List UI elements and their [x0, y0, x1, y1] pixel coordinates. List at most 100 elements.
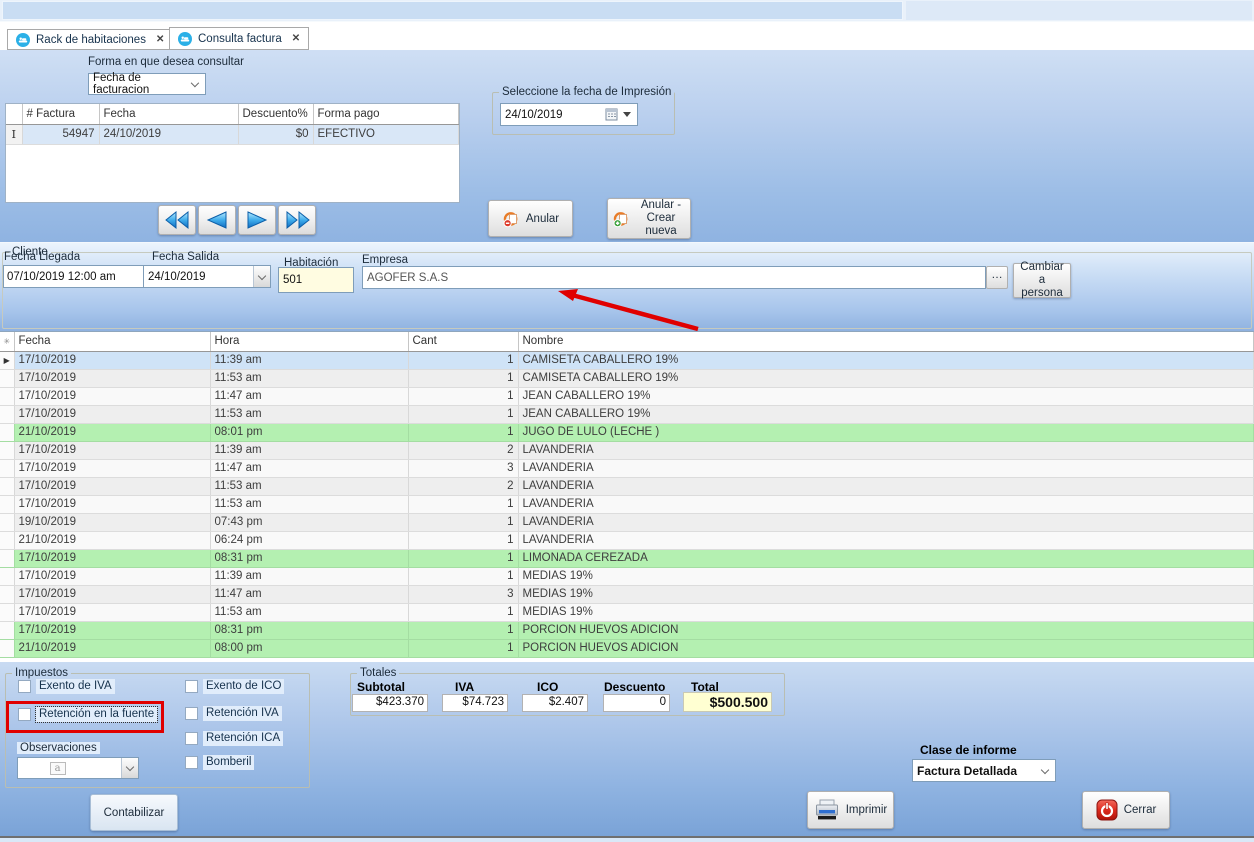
table-row[interactable]: 21/10/201906:24 pm1LAVANDERIA	[0, 531, 1254, 549]
checkbox-box[interactable]	[18, 680, 31, 693]
checkbox-box[interactable]	[185, 707, 198, 720]
next-icon	[245, 210, 269, 230]
row-selector	[0, 549, 14, 567]
print-date-picker[interactable]: 24/10/2019	[500, 103, 638, 126]
checkbox-box[interactable]	[185, 680, 198, 693]
cell-hora: 11:53 am	[210, 369, 408, 387]
close-icon[interactable]: ✕	[156, 34, 164, 45]
descuento-value[interactable]: 0	[603, 694, 670, 712]
observaciones-select[interactable]: a	[17, 757, 139, 779]
table-row[interactable]: ▶17/10/201911:39 am1CAMISETA CABALLERO 1…	[0, 351, 1254, 369]
cell-cant: 2	[408, 477, 518, 495]
checkbox-exento-de-ico[interactable]: Exento de ICO	[185, 679, 284, 694]
table-row[interactable]: 17/10/201911:53 am1CAMISETA CABALLERO 19…	[0, 369, 1254, 387]
checkbox-box[interactable]	[185, 732, 198, 745]
cell-hora: 11:39 am	[210, 441, 408, 459]
cell-hora: 11:47 am	[210, 585, 408, 603]
fecha-salida-picker[interactable]: 24/10/2019	[143, 265, 271, 288]
close-icon[interactable]: ✕	[292, 33, 300, 44]
table-row[interactable]: 17/10/201911:47 am3LAVANDERIA	[0, 459, 1254, 477]
iva-value[interactable]: $74.723	[442, 694, 508, 712]
query-mode-select[interactable]: Fecha de facturacion	[88, 73, 206, 95]
column-header-nombre[interactable]: Nombre	[518, 332, 1254, 351]
checkbox-bomberil[interactable]: Bomberil	[185, 755, 254, 770]
column-header-forma-pago[interactable]: Forma pago	[313, 104, 459, 124]
autotext-icon: a	[50, 762, 66, 775]
cell-fecha: 17/10/2019	[14, 441, 210, 459]
cell-hora: 11:39 am	[210, 351, 408, 369]
cell-fecha: 17/10/2019	[14, 369, 210, 387]
row-selector	[0, 513, 14, 531]
query-mode-label: Forma en que desea consultar	[88, 56, 244, 68]
cell-cant: 1	[408, 603, 518, 621]
column-header-factura[interactable]: # Factura	[22, 104, 99, 124]
hotel-icon	[178, 32, 192, 46]
table-row[interactable]: 17/10/201911:47 am3MEDIAS 19%	[0, 585, 1254, 603]
row-selector	[0, 603, 14, 621]
column-header-hora[interactable]: Hora	[210, 332, 408, 351]
table-row[interactable]: 21/10/201908:00 pm1PORCION HUEVOS ADICIO…	[0, 639, 1254, 657]
clase-de-informe-select[interactable]: Factura Detallada	[912, 759, 1056, 782]
ico-value[interactable]: $2.407	[522, 694, 588, 712]
imprimir-button[interactable]: Imprimir	[807, 791, 894, 829]
cell-fecha: 24/10/2019	[99, 124, 238, 144]
dropdown-button[interactable]	[253, 266, 270, 287]
column-header-cant[interactable]: Cant	[408, 332, 518, 351]
cell-fecha: 19/10/2019	[14, 513, 210, 531]
cell-cant: 1	[408, 405, 518, 423]
table-row[interactable]: 17/10/201911:53 am2LAVANDERIA	[0, 477, 1254, 495]
contabilizar-button[interactable]: Contabilizar	[90, 794, 178, 831]
cell-fecha: 17/10/2019	[14, 549, 210, 567]
row-selector	[0, 387, 14, 405]
habitacion-input[interactable]: 501	[278, 267, 354, 293]
cell-nombre: JEAN CABALLERO 19%	[518, 405, 1254, 423]
table-row[interactable]: 17/10/201911:39 am2LAVANDERIA	[0, 441, 1254, 459]
calendar-icon	[605, 108, 618, 121]
last-record-button[interactable]	[278, 205, 316, 235]
row-selector	[0, 423, 14, 441]
cell-nombre: MEDIAS 19%	[518, 585, 1254, 603]
ico-label: ICO	[537, 680, 558, 694]
subtotal-value[interactable]: $423.370	[352, 694, 428, 712]
checkbox-exento-de-iva[interactable]: Exento de IVA	[18, 679, 115, 694]
fecha-llegada-label: Fecha Llegada	[4, 251, 80, 263]
checkbox-retencion-ica[interactable]: Retención ICA	[185, 731, 283, 746]
column-header-descuento[interactable]: Descuento%	[238, 104, 313, 124]
checkbox-box[interactable]	[185, 756, 198, 769]
dropdown-button[interactable]	[121, 758, 138, 778]
tab-consulta-factura[interactable]: Consulta factura ✕	[169, 27, 309, 50]
table-row[interactable]: 17/10/201911:53 am1MEDIAS 19%	[0, 603, 1254, 621]
table-row[interactable]: I5494724/10/2019$0EFECTIVO	[6, 124, 459, 144]
table-row[interactable]: 17/10/201908:31 pm1LIMONADA CEREZADA	[0, 549, 1254, 567]
anular-button[interactable]: Anular	[488, 200, 573, 237]
cambiar-a-persona-button[interactable]: Cambiar a persona	[1013, 263, 1071, 298]
cerrar-button[interactable]: Cerrar	[1082, 791, 1170, 829]
cell-cant: 1	[408, 531, 518, 549]
table-row[interactable]: 17/10/201911:39 am1MEDIAS 19%	[0, 567, 1254, 585]
first-record-button[interactable]	[158, 205, 196, 235]
column-header-fecha[interactable]: Fecha	[14, 332, 210, 351]
empresa-browse-button[interactable]: …	[986, 266, 1008, 289]
table-row[interactable]: 17/10/201908:31 pm1PORCION HUEVOS ADICIO…	[0, 621, 1254, 639]
cell-fecha: 21/10/2019	[14, 531, 210, 549]
checkbox-retencion-iva[interactable]: Retención IVA	[185, 706, 282, 721]
tab-rack-de-habitaciones[interactable]: Rack de habitaciones ✕	[7, 29, 173, 50]
anular-crear-nueva-button[interactable]: Anular - Crear nueva	[607, 198, 691, 239]
tab-label: Rack de habitaciones	[36, 34, 146, 46]
table-row[interactable]: 17/10/201911:53 am1LAVANDERIA	[0, 495, 1254, 513]
table-row[interactable]: 17/10/201911:53 am1JEAN CABALLERO 19%	[0, 405, 1254, 423]
top-toolbar	[0, 0, 1254, 22]
first-icon	[164, 210, 191, 230]
table-row[interactable]: 19/10/201907:43 pm1LAVANDERIA	[0, 513, 1254, 531]
power-icon	[1096, 799, 1118, 821]
table-row[interactable]: 21/10/201908:01 pm1JUGO DE LULO (LECHE )	[0, 423, 1254, 441]
cell-fecha: 17/10/2019	[14, 459, 210, 477]
query-mode-value: Fecha de facturacion	[93, 72, 192, 96]
previous-record-button[interactable]	[198, 205, 236, 235]
next-record-button[interactable]	[238, 205, 276, 235]
empresa-input[interactable]: AGOFER S.A.S	[362, 266, 986, 289]
cell-hora: 11:39 am	[210, 567, 408, 585]
column-header-fecha[interactable]: Fecha	[99, 104, 238, 124]
cell-hora: 08:31 pm	[210, 549, 408, 567]
table-row[interactable]: 17/10/201911:47 am1JEAN CABALLERO 19%	[0, 387, 1254, 405]
